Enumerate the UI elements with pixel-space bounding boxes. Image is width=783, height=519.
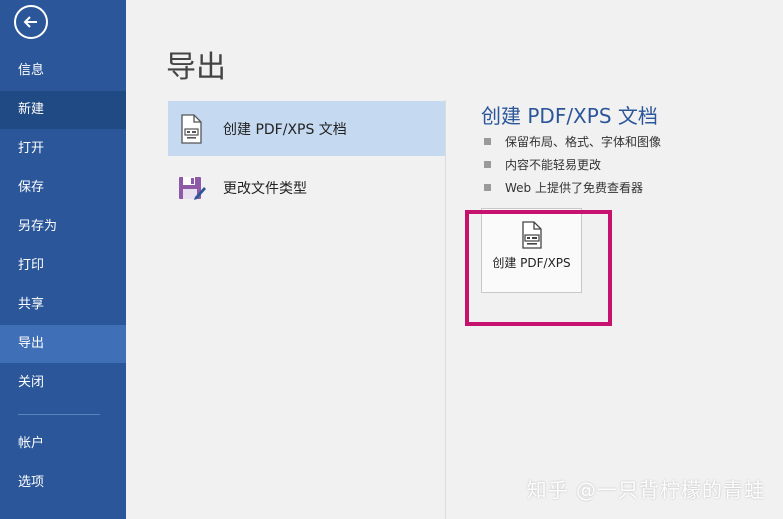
feature-list: 保留布局、格式、字体和图像 内容不能轻易更改 Web 上提供了免费查看器 — [484, 130, 661, 199]
nav-new[interactable]: 新建 — [0, 91, 126, 129]
highlight-annotation — [465, 210, 612, 326]
watermark: 知乎 @一只背柠檬的青蛙 — [526, 478, 765, 502]
bullet-icon — [484, 184, 491, 191]
nav-open[interactable]: 打开 — [0, 130, 126, 168]
nav-close[interactable]: 关闭 — [0, 364, 126, 402]
list-item: 保留布局、格式、字体和图像 — [484, 130, 661, 153]
list-item: Web 上提供了免费查看器 — [484, 176, 661, 199]
arrow-left-icon — [23, 16, 37, 28]
option-change-file-type[interactable]: 更改文件类型 — [168, 160, 445, 215]
pdf-document-icon — [178, 113, 204, 144]
page-title: 导出 — [166, 50, 226, 85]
bullet-icon — [484, 161, 491, 168]
nav-save[interactable]: 保存 — [0, 169, 126, 207]
list-item: 内容不能轻易更改 — [484, 153, 661, 176]
nav-save-as[interactable]: 另存为 — [0, 208, 126, 246]
option-label: 创建 PDF/XPS 文档 — [223, 121, 347, 138]
option-create-pdf-xps[interactable]: 创建 PDF/XPS 文档 — [168, 101, 445, 156]
nav-options[interactable]: 选项 — [0, 464, 126, 502]
column-divider — [445, 100, 446, 519]
bullet-icon — [484, 138, 491, 145]
nav-print[interactable]: 打印 — [0, 247, 126, 285]
nav-export[interactable]: 导出 — [0, 325, 126, 363]
backstage-sidebar: 信息 新建 打开 保存 另存为 打印 共享 导出 关闭 帐户 选项 — [0, 0, 126, 519]
option-label: 更改文件类型 — [223, 180, 307, 197]
nav-info[interactable]: 信息 — [0, 52, 126, 90]
save-as-type-icon — [178, 173, 206, 203]
nav-separator — [18, 414, 100, 415]
back-button[interactable] — [14, 5, 48, 39]
detail-title: 创建 PDF/XPS 文档 — [481, 104, 658, 128]
nav-share[interactable]: 共享 — [0, 286, 126, 324]
nav-account[interactable]: 帐户 — [0, 425, 126, 463]
